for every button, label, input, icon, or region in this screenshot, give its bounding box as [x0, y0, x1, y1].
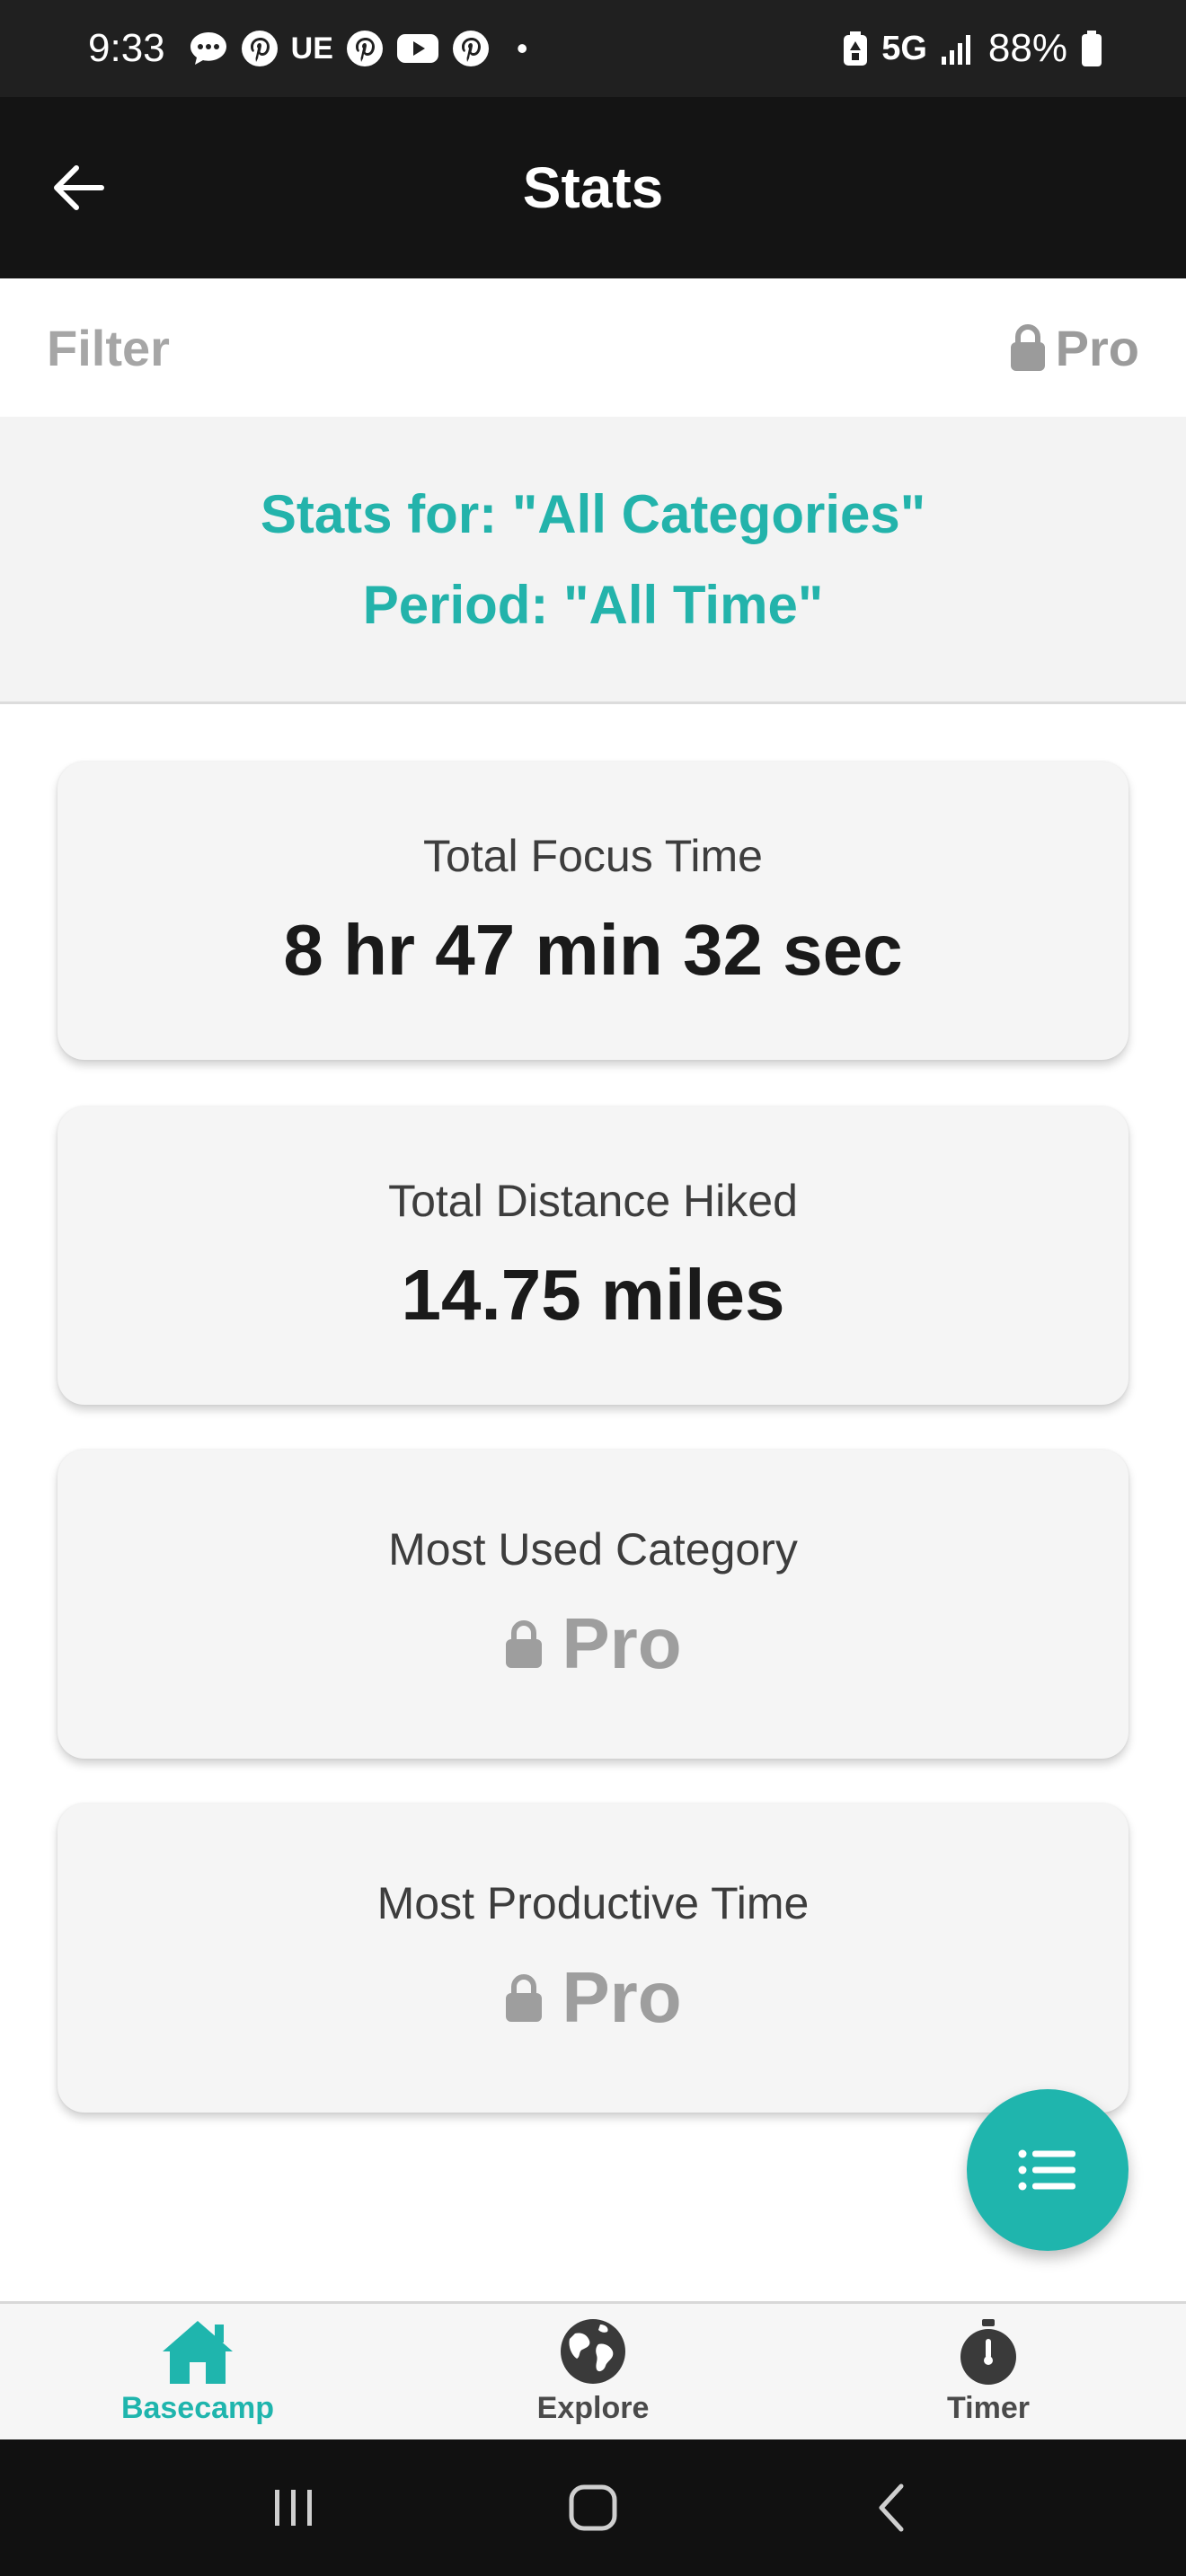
stats-screen: 9:33 UE • 5G 88% Stats Filter Pro Stats … — [0, 0, 1186, 2576]
status-time: 9:33 — [88, 26, 165, 70]
card-pro-locked: Pro — [504, 1602, 682, 1685]
battery-saver-icon — [842, 31, 869, 66]
nav-label: Timer — [947, 2391, 1030, 2425]
battery-percent: 88% — [987, 26, 1067, 70]
recent-apps-icon — [274, 2490, 312, 2526]
stats-header: Stats for: "All Categories" Period: "All… — [0, 417, 1186, 704]
card-label: Most Used Category — [388, 1524, 798, 1575]
system-nav-bar — [0, 2439, 1186, 2576]
nav-label: Explore — [536, 2391, 650, 2425]
pinterest-icon — [241, 30, 279, 67]
carrier-text: UE — [290, 31, 333, 66]
signal-icon — [940, 31, 976, 66]
status-bar-left: 9:33 UE • — [88, 26, 527, 71]
globe-icon — [561, 2319, 625, 2384]
stopwatch-icon — [960, 2319, 1016, 2385]
lock-icon — [506, 1974, 543, 2022]
nav-label: Basecamp — [120, 2391, 275, 2425]
chat-icon — [189, 31, 228, 66]
recent-apps-button[interactable] — [240, 2463, 348, 2553]
pro-filter-lock[interactable]: Pro — [1009, 319, 1139, 377]
home-button[interactable] — [539, 2463, 647, 2553]
pinterest-icon — [346, 30, 384, 67]
card-pro-locked: Pro — [504, 1956, 682, 2039]
arrow-left-icon — [54, 165, 104, 210]
list-fab-button[interactable] — [967, 2089, 1128, 2251]
card-label: Total Focus Time — [423, 831, 763, 881]
bottom-nav: Basecamp Explore Timer — [0, 2301, 1186, 2439]
battery-icon — [1080, 30, 1103, 67]
chevron-left-icon — [879, 2483, 904, 2532]
status-bar: 9:33 UE • 5G 88% — [0, 0, 1186, 97]
nav-item-basecamp[interactable]: Basecamp — [63, 2303, 332, 2441]
total-distance-card: Total Distance Hiked 14.75 miles — [58, 1107, 1128, 1405]
card-label: Most Productive Time — [376, 1878, 810, 1928]
stats-category-line: Stats for: "All Categories" — [260, 483, 926, 544]
lock-icon — [506, 1620, 543, 1668]
page-title: Stats — [522, 155, 664, 220]
nav-item-explore[interactable]: Explore — [458, 2303, 728, 2441]
lock-icon — [1010, 324, 1045, 371]
most-used-category-card[interactable]: Most Used Category Pro — [58, 1450, 1128, 1759]
list-icon — [1018, 2149, 1075, 2191]
pinterest-icon — [452, 30, 490, 67]
status-bar-right: 5G 88% — [842, 26, 1103, 71]
pro-filter-label: Pro — [1055, 319, 1139, 376]
stats-period-line: Period: "All Time" — [362, 574, 824, 635]
back-system-button[interactable] — [838, 2463, 946, 2553]
card-label: Total Distance Hiked — [388, 1176, 798, 1226]
notification-dot: • — [516, 30, 528, 66]
home-icon — [163, 2321, 233, 2384]
app-bar: Stats — [0, 97, 1186, 278]
youtube-icon — [396, 32, 439, 65]
card-pro-label: Pro — [562, 1603, 682, 1683]
card-value: 8 hr 47 min 32 sec — [283, 910, 903, 990]
filter-button[interactable]: Filter — [47, 319, 170, 377]
most-productive-time-card[interactable]: Most Productive Time Pro — [58, 1804, 1128, 2113]
card-pro-label: Pro — [562, 1957, 682, 2037]
nav-item-timer[interactable]: Timer — [854, 2303, 1123, 2441]
back-button[interactable] — [47, 156, 110, 219]
card-value: 14.75 miles — [401, 1255, 785, 1335]
total-focus-time-card: Total Focus Time 8 hr 47 min 32 sec — [58, 762, 1128, 1060]
filter-row: Filter Pro — [0, 278, 1186, 417]
home-circle-icon — [569, 2484, 617, 2531]
network-type: 5G — [881, 29, 927, 67]
